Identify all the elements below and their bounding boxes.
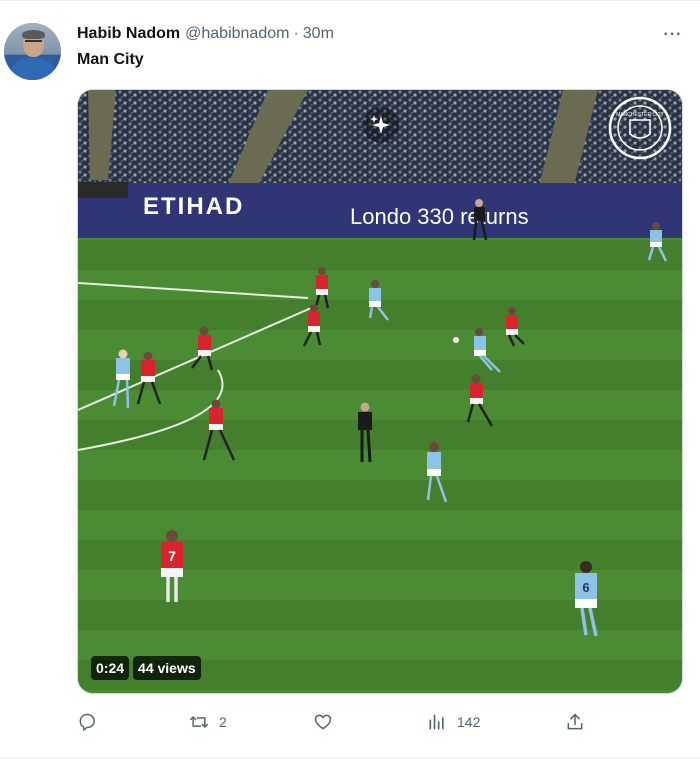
avatar[interactable] bbox=[4, 23, 61, 80]
video-duration: 0:24 bbox=[91, 656, 130, 680]
views-button[interactable]: 142 bbox=[427, 709, 480, 735]
tweet-actions: 2 142 bbox=[77, 709, 597, 735]
more-horizontal-icon[interactable]: ··· bbox=[662, 25, 684, 45]
reply-button[interactable] bbox=[77, 709, 107, 735]
avatar-hair bbox=[22, 30, 45, 39]
retweet-button[interactable]: 2 bbox=[189, 709, 227, 735]
like-button[interactable] bbox=[313, 709, 343, 735]
board-text-etihad: ETIHAD bbox=[143, 193, 244, 220]
tweet-header: Habib Nadom @habibnadom · 30m bbox=[77, 25, 334, 45]
views-count: 142 bbox=[457, 714, 481, 730]
tweet-text: Man City bbox=[77, 51, 144, 68]
ad-board-edge bbox=[78, 182, 128, 198]
video-views: 44 views bbox=[133, 656, 201, 680]
sparkle-icon bbox=[363, 107, 399, 143]
video-player[interactable]: ETIHAD Londo 330 returns MANCHESTER CITY bbox=[77, 89, 683, 694]
video-badges: 0:24 44 views bbox=[91, 656, 201, 680]
tweet[interactable]: Habib Nadom @habibnadom · 30m ··· Man Ci… bbox=[0, 0, 700, 759]
video-frame: ETIHAD Londo 330 returns MANCHESTER CITY bbox=[78, 90, 682, 693]
timestamp[interactable]: 30m bbox=[303, 25, 334, 43]
avatar-body bbox=[11, 58, 55, 80]
retweet-icon bbox=[189, 716, 209, 728]
display-name[interactable]: Habib Nadom bbox=[77, 25, 180, 43]
heart-icon bbox=[314, 714, 332, 730]
retweet-count: 2 bbox=[219, 714, 227, 730]
board-text-london: Londo 330 returns bbox=[350, 204, 529, 229]
jersey-number: 6 bbox=[582, 580, 589, 595]
avatar-glasses bbox=[25, 40, 42, 44]
crest-text: MANCHESTER CITY bbox=[616, 112, 664, 118]
views-chart-icon bbox=[429, 714, 444, 730]
reply-icon bbox=[79, 713, 95, 731]
share-button[interactable] bbox=[565, 709, 585, 735]
user-handle[interactable]: @habibnadom bbox=[185, 25, 289, 43]
jersey-number: 7 bbox=[168, 548, 176, 564]
separator: · bbox=[293, 25, 299, 42]
share-icon bbox=[567, 713, 583, 730]
football bbox=[453, 337, 459, 343]
